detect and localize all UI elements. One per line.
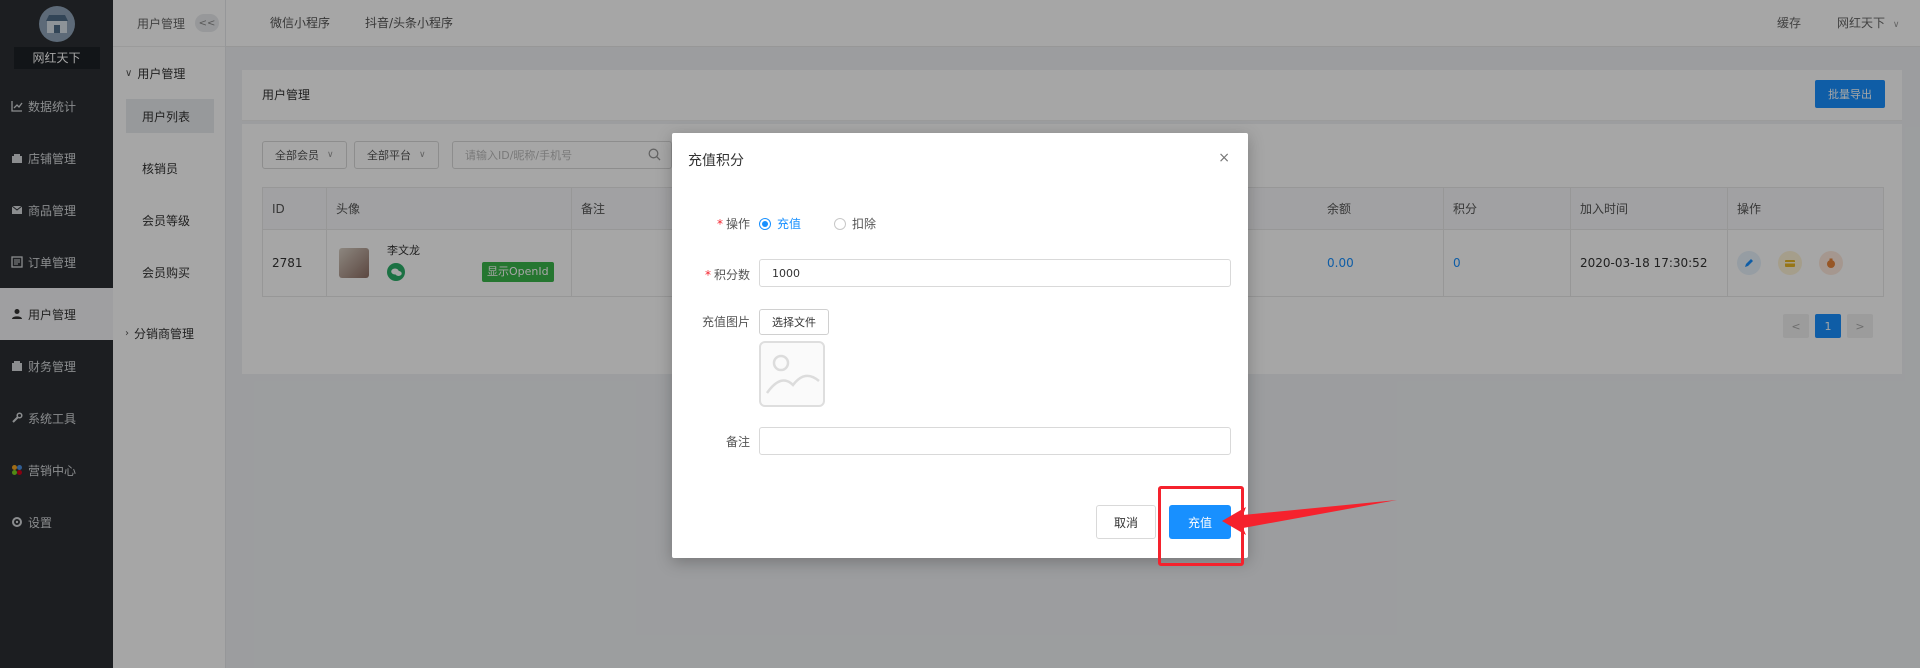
red-arrow-icon (1222, 500, 1397, 535)
